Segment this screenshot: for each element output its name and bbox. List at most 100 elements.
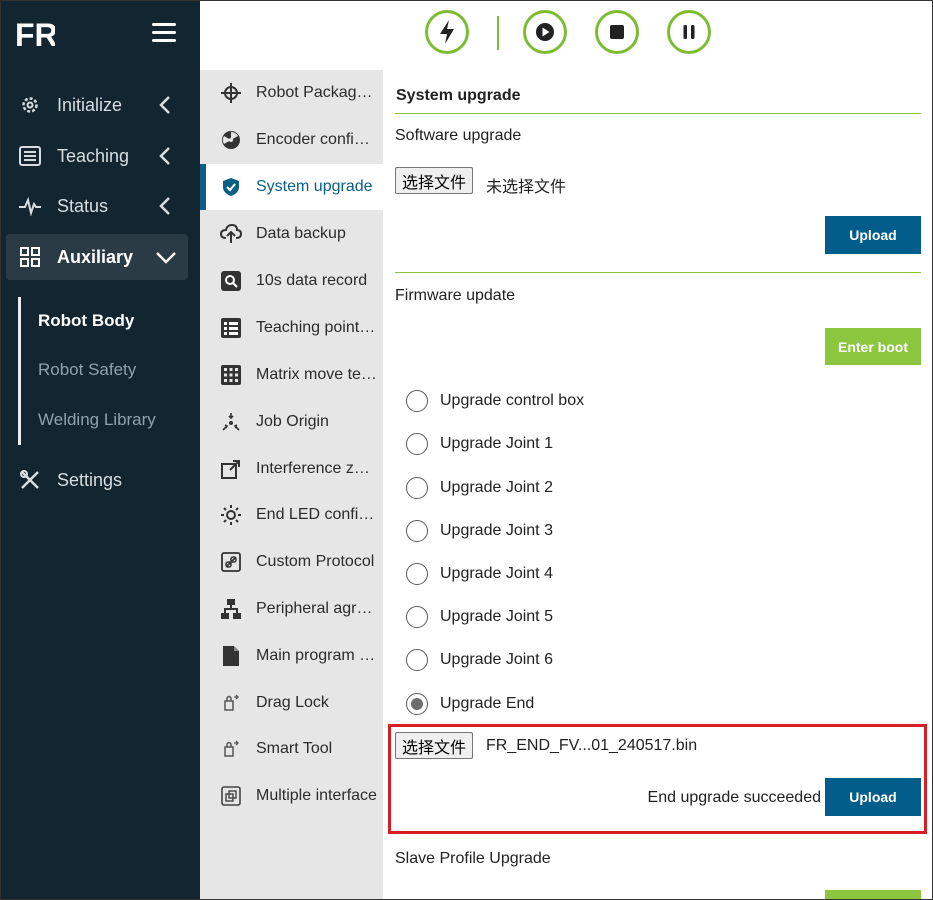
software-upload-button[interactable]: Upload	[825, 216, 921, 254]
list-box-icon	[220, 317, 242, 339]
crosshair-icon	[220, 82, 242, 104]
radio-circle[interactable]	[406, 649, 428, 671]
enter-boot-button[interactable]: Enter boot	[825, 328, 921, 365]
menu-item-multiple-interface[interactable]: Multiple interface	[200, 773, 383, 819]
radio-upgrade-joint-4[interactable]: Upgrade Joint 4	[406, 561, 553, 587]
start-button[interactable]	[523, 10, 567, 54]
menu-item-smart-tool[interactable]: Smart Tool	[200, 726, 383, 772]
pulse-icon	[19, 195, 41, 217]
menu-item-job-origin[interactable]: Job Origin	[200, 399, 383, 445]
menu-item-drag-lock[interactable]: Drag Lock	[200, 680, 383, 726]
radio-upgrade-joint-2[interactable]: Upgrade Joint 2	[406, 475, 553, 501]
link-box-icon	[220, 551, 242, 573]
divider	[395, 272, 921, 273]
pause-icon	[683, 25, 695, 39]
play-icon	[536, 23, 554, 41]
sidebar-subitem-robot-safety[interactable]: Robot Safety	[38, 360, 136, 380]
svg-text:FR: FR	[15, 17, 55, 51]
chevron-down-icon	[156, 252, 176, 264]
radiation-icon	[220, 129, 242, 151]
divider	[395, 113, 921, 114]
menu-item-custom-protocol[interactable]: Custom Protocol	[200, 539, 383, 585]
menu-item-interference-zone[interactable]: Interference zone	[200, 446, 383, 492]
sidebar: FR Initialize Teaching Status Auxiliary …	[1, 1, 200, 899]
chevron-left-icon	[159, 147, 170, 165]
sidebar-item-auxiliary[interactable]: Auxiliary	[6, 234, 188, 280]
sidebar-item-teaching[interactable]: Teaching	[6, 133, 188, 179]
radio-circle-checked[interactable]	[406, 693, 428, 715]
sidebar-item-label: Status	[57, 195, 109, 216]
sidebar-item-label: Settings	[57, 469, 123, 490]
menu-item-matrix-move[interactable]: Matrix move teaching	[200, 352, 383, 398]
chevron-left-icon	[159, 96, 170, 114]
hamburger-menu-icon[interactable]	[152, 23, 176, 43]
system-upgrade-panel: System upgrade Software upgrade 选择文件 未选择…	[383, 70, 932, 899]
cloud-upload-icon	[220, 223, 242, 245]
drag-lock-icon	[220, 692, 242, 714]
radio-circle[interactable]	[406, 477, 428, 499]
menu-item-robot-package-upgrade[interactable]: Robot Package upgrade	[200, 70, 383, 116]
smart-tool-icon	[220, 738, 242, 760]
radio-upgrade-joint-6[interactable]: Upgrade Joint 6	[406, 647, 553, 673]
pause-button[interactable]	[667, 10, 711, 54]
sidebar-item-initialize[interactable]: Initialize	[6, 82, 188, 128]
radio-upgrade-joint-3[interactable]: Upgrade Joint 3	[406, 518, 553, 544]
radio-upgrade-joint-5[interactable]: Upgrade Joint 5	[406, 604, 553, 630]
toolbar-divider	[497, 16, 499, 50]
page-title: System upgrade	[396, 87, 521, 104]
software-choose-file-button[interactable]: 选择文件	[395, 167, 474, 194]
radio-upgrade-end[interactable]: Upgrade End	[406, 691, 534, 717]
list-icon	[19, 145, 41, 167]
sidebar-item-label: Teaching	[57, 145, 130, 166]
sidebar-subitem-robot-body[interactable]: Robot Body	[38, 311, 134, 331]
radio-upgrade-control-box[interactable]: Upgrade control box	[406, 388, 584, 414]
tools-icon	[19, 469, 41, 491]
menu-item-data-backup[interactable]: Data backup	[200, 211, 383, 257]
grid-icon	[19, 246, 41, 268]
sidebar-subitem-welding-library[interactable]: Welding Library	[38, 410, 156, 430]
sidebar-item-label: Auxiliary	[57, 246, 134, 267]
menu-item-encoder-configuration[interactable]: Encoder configuration	[200, 117, 383, 163]
software-file-name: 未选择文件	[486, 179, 567, 196]
radio-circle[interactable]	[406, 606, 428, 628]
enable-lightning-button[interactable]	[425, 10, 469, 54]
hierarchy-icon	[220, 598, 242, 620]
menu-item-teaching-point-import[interactable]: Teaching point import	[200, 305, 383, 351]
radio-circle[interactable]	[406, 390, 428, 412]
radio-circle[interactable]	[406, 520, 428, 542]
slave-upload-button[interactable]	[825, 890, 921, 899]
layers-box-icon	[220, 785, 242, 807]
menu-item-system-upgrade[interactable]: System upgrade	[200, 164, 383, 210]
fr-logo: FR	[15, 17, 55, 51]
shield-check-icon	[220, 176, 242, 198]
menu-item-end-led-configuration[interactable]: End LED configuration	[200, 492, 383, 538]
slave-profile-upgrade-label: Slave Profile Upgrade	[395, 850, 551, 867]
sidebar-item-settings[interactable]: Settings	[6, 457, 188, 503]
magnifier-icon	[220, 270, 242, 292]
firmware-file-name: FR_END_FV...01_240517.bin	[486, 737, 698, 754]
converge-arrows-icon	[220, 411, 242, 433]
menu-item-peripheral-agreement[interactable]: Peripheral agreement	[200, 586, 383, 632]
firmware-update-label: Firmware update	[395, 287, 516, 304]
lightning-icon	[440, 20, 454, 44]
radio-upgrade-joint-1[interactable]: Upgrade Joint 1	[406, 431, 553, 457]
firmware-upload-button[interactable]: Upload	[825, 778, 921, 816]
document-icon	[220, 645, 242, 667]
expand-box-icon	[220, 458, 242, 480]
menu-item-main-program-setting[interactable]: Main program setting	[200, 633, 383, 679]
stop-button[interactable]	[595, 10, 639, 54]
gear-icon	[19, 94, 41, 116]
stop-icon	[610, 25, 624, 39]
sidebar-item-label: Initialize	[57, 94, 123, 115]
chevron-left-icon	[159, 197, 170, 215]
radio-circle[interactable]	[406, 563, 428, 585]
upgrade-status-text: End upgrade succeeded	[647, 789, 821, 806]
app-window: FR Initialize Teaching Status Auxiliary …	[0, 0, 933, 900]
sun-icon	[220, 504, 242, 526]
menu-item-10s-data-record[interactable]: 10s data record	[200, 258, 383, 304]
auxiliary-submenu: Robot Body Robot Safety Welding Library	[18, 297, 181, 445]
matrix-grid-icon	[220, 364, 242, 386]
radio-circle[interactable]	[406, 433, 428, 455]
sidebar-item-status[interactable]: Status	[6, 183, 188, 229]
firmware-choose-file-button[interactable]: 选择文件	[395, 732, 474, 759]
